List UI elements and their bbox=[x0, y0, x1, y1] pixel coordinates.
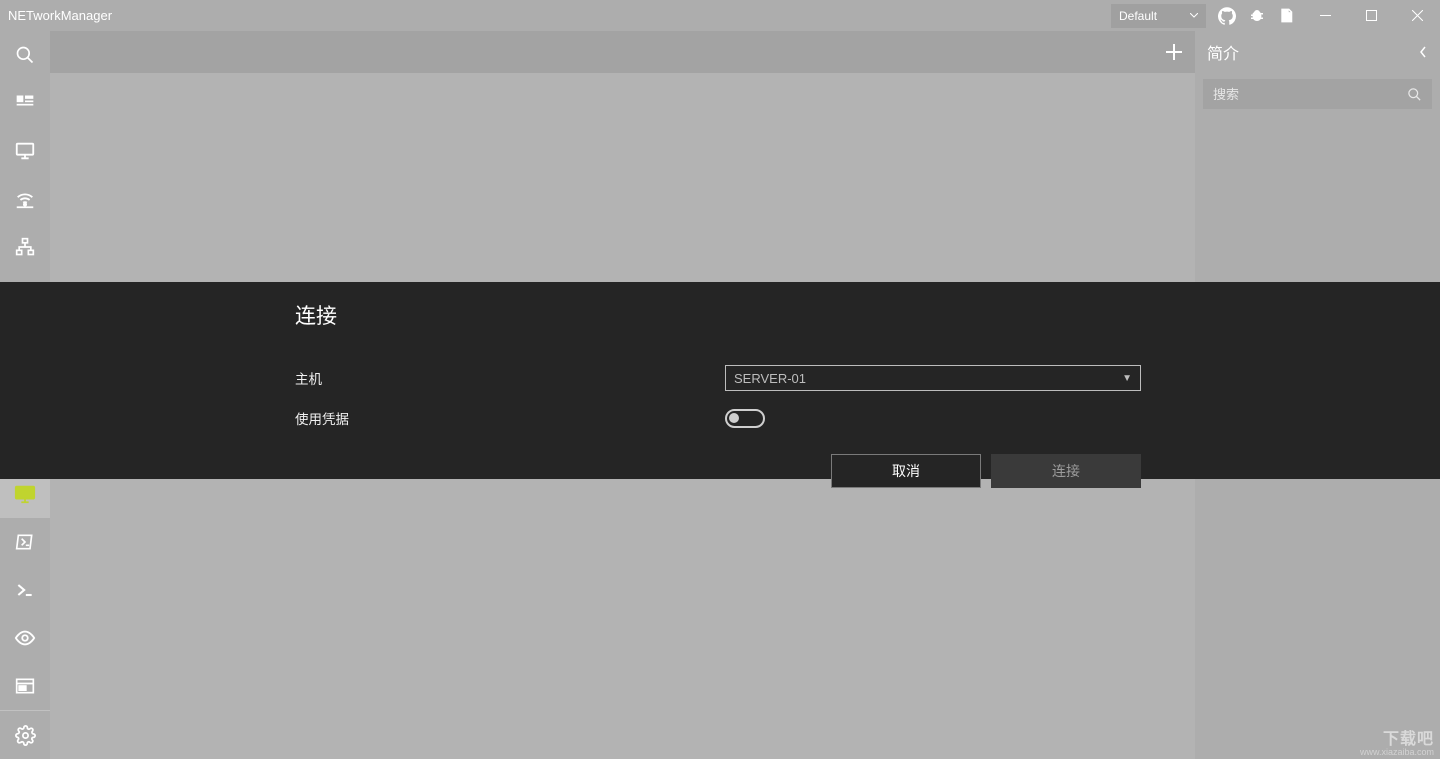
dialog-title: 连接 bbox=[295, 300, 1155, 330]
search-icon bbox=[1407, 87, 1422, 102]
profile-dropdown[interactable]: Default bbox=[1111, 4, 1206, 28]
app-title: NETworkManager bbox=[0, 8, 112, 23]
cancel-button[interactable]: 取消 bbox=[831, 454, 981, 488]
credentials-row: 使用凭据 bbox=[295, 398, 1155, 438]
host-label: 主机 bbox=[295, 368, 725, 388]
window-close-button[interactable] bbox=[1394, 0, 1440, 31]
watermark-line2: www.xiazaiba.com bbox=[1360, 748, 1434, 757]
window-minimize-button[interactable] bbox=[1302, 0, 1348, 31]
watermark-line1: 下载吧 bbox=[1383, 731, 1434, 748]
watermark: 下载吧 www.xiazaiba.com bbox=[1360, 732, 1434, 757]
search-input[interactable] bbox=[1213, 87, 1407, 102]
host-row: 主机 SERVER-01 ▼ bbox=[295, 358, 1155, 398]
tab-strip bbox=[50, 31, 1195, 73]
rail-tigervnc-icon[interactable] bbox=[0, 614, 50, 662]
titlebar: NETworkManager Default bbox=[0, 0, 1440, 31]
profile-dropdown-label: Default bbox=[1119, 9, 1157, 23]
host-placeholder: SERVER-01 bbox=[734, 371, 806, 386]
titlebar-right: Default bbox=[1111, 0, 1440, 31]
bug-icon[interactable] bbox=[1242, 0, 1272, 31]
rail-wifi-icon[interactable] bbox=[0, 175, 50, 223]
rail-network-interface-icon[interactable] bbox=[0, 127, 50, 175]
connect-button[interactable]: 连接 bbox=[991, 454, 1141, 488]
right-panel-collapse-icon[interactable] bbox=[1418, 45, 1428, 59]
connect-dialog-inner: 连接 主机 SERVER-01 ▼ 使用凭据 取消 连接 bbox=[295, 282, 1155, 479]
host-combobox[interactable]: SERVER-01 ▼ bbox=[725, 365, 1141, 391]
chevron-down-icon bbox=[1190, 13, 1198, 18]
right-panel-title: 简介 bbox=[1207, 40, 1239, 64]
docs-icon[interactable] bbox=[1272, 0, 1302, 31]
credentials-label: 使用凭据 bbox=[295, 408, 725, 428]
toggle-knob bbox=[729, 413, 739, 423]
rail-dashboard-icon[interactable] bbox=[0, 79, 50, 127]
rail-webconsole-icon[interactable] bbox=[0, 662, 50, 710]
rail-settings-icon[interactable] bbox=[0, 711, 50, 759]
rail-search-icon[interactable] bbox=[0, 31, 50, 79]
credentials-toggle[interactable] bbox=[725, 409, 765, 428]
rail-ip-scanner-icon[interactable] bbox=[0, 223, 50, 271]
rail-putty-icon[interactable] bbox=[0, 566, 50, 614]
connect-dialog: 连接 主机 SERVER-01 ▼ 使用凭据 取消 连接 bbox=[0, 282, 1440, 479]
connect-button-label: 连接 bbox=[1052, 461, 1080, 481]
right-panel-search[interactable] bbox=[1203, 79, 1432, 109]
rail-powershell-icon[interactable] bbox=[0, 518, 50, 566]
dialog-buttons: 取消 连接 bbox=[295, 454, 1141, 488]
github-icon[interactable] bbox=[1212, 0, 1242, 31]
right-panel-header: 简介 bbox=[1195, 31, 1440, 73]
cancel-button-label: 取消 bbox=[892, 461, 920, 481]
window-maximize-button[interactable] bbox=[1348, 0, 1394, 31]
chevron-down-icon: ▼ bbox=[1122, 373, 1132, 384]
add-tab-button[interactable] bbox=[1153, 31, 1195, 73]
